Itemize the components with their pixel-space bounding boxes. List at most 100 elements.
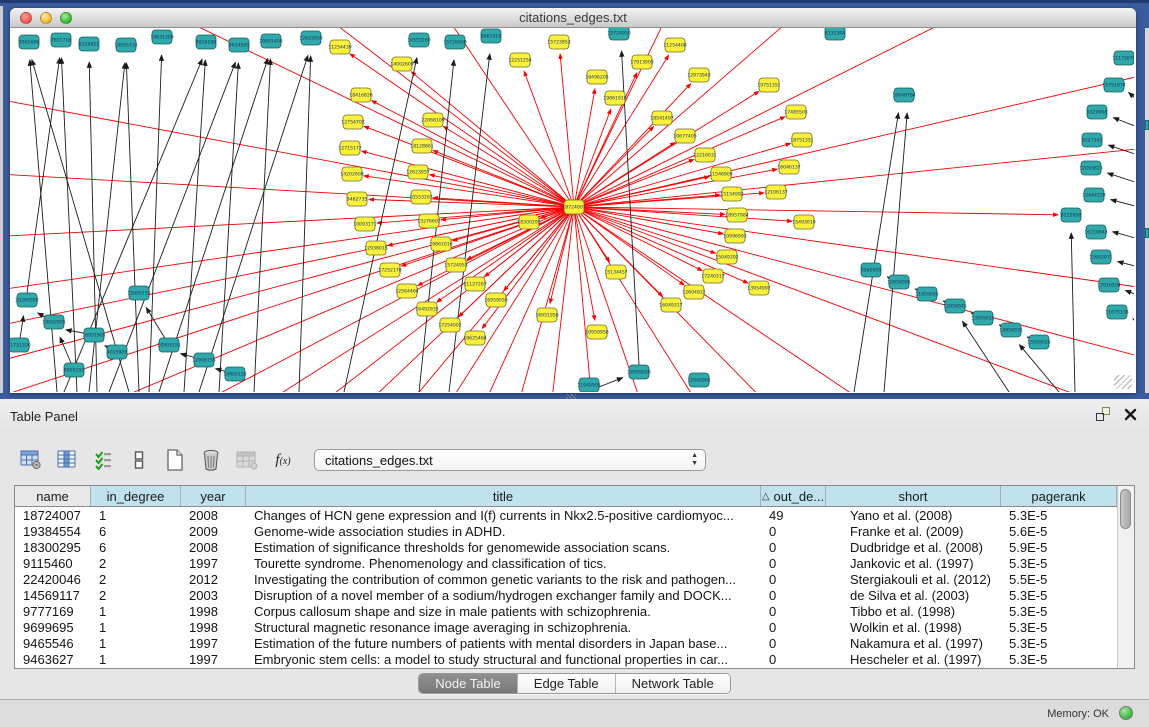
graph-node[interactable]: 8905155 — [64, 363, 85, 377]
table-cell[interactable]: 5.3E-5 — [1001, 636, 1117, 651]
table-settings-icon[interactable] — [16, 445, 46, 475]
table-cell[interactable]: 1 — [91, 620, 181, 635]
graph-node[interactable]: 15751974 — [1102, 78, 1125, 92]
graph-node[interactable]: 12945905 — [687, 373, 710, 387]
graph-node[interactable]: 18300295 — [517, 215, 540, 229]
column-header-name[interactable]: name — [15, 486, 91, 506]
graph-node[interactable]: 12251254 — [508, 53, 531, 67]
graph-node[interactable]: 10631309 — [150, 30, 173, 44]
graph-node[interactable]: 14055733 — [114, 38, 137, 52]
graph-node[interactable]: 15724950 — [607, 28, 630, 40]
graph-node[interactable]: 20891406 — [259, 34, 282, 48]
table-cell[interactable]: 1 — [91, 508, 181, 523]
table-cell[interactable]: 1998 — [181, 604, 246, 619]
table-row[interactable]: 1872400712008Changes of HCN gene express… — [15, 507, 1117, 523]
table-cell[interactable]: 2 — [91, 556, 181, 571]
network-graph[interactable]: 1872400718416820127547021271517214202609… — [10, 28, 1134, 392]
select-columns-icon[interactable] — [88, 445, 118, 475]
graph-node[interactable]: 10553267 — [409, 190, 432, 204]
graph-node[interactable]: 22068109 — [421, 113, 444, 127]
graph-node[interactable]: 12564464 — [395, 284, 418, 298]
table-cell[interactable]: Jankovic et al. (1997) — [826, 556, 1001, 571]
table-cell[interactable]: 5.3E-5 — [1001, 556, 1117, 571]
graph-node[interactable]: 8816198 — [196, 35, 217, 49]
graph-node[interactable]: 10959958 — [585, 325, 608, 339]
table-cell[interactable]: 2003 — [181, 588, 246, 603]
graph-node[interactable]: 18957984 — [725, 208, 748, 222]
table-cell[interactable]: 5.3E-5 — [1001, 620, 1117, 635]
graph-node[interactable]: 9015905 — [107, 345, 128, 359]
table-cell[interactable]: Estimation of significance thresholds fo… — [246, 540, 761, 555]
table-cell[interactable]: 14569117 — [15, 588, 91, 603]
close-icon[interactable] — [1124, 408, 1137, 421]
table-cell[interactable]: Yano et al. (2008) — [826, 508, 1001, 523]
graph-node[interactable]: 12623957 — [406, 165, 429, 179]
table-cell[interactable]: 0 — [761, 652, 826, 667]
tab-node-table[interactable]: Node Table — [419, 674, 518, 693]
table-cell[interactable]: 49 — [761, 508, 826, 523]
table-row[interactable]: 946554611997Estimation of the future num… — [15, 635, 1117, 651]
graph-node[interactable]: 12938015 — [364, 241, 387, 255]
graph-node[interactable]: 19052905 — [42, 315, 65, 329]
graph-node[interactable]: 15905155 — [127, 286, 150, 300]
graph-node[interactable]: 18416820 — [349, 88, 372, 102]
graph-node[interactable]: 11254439 — [328, 40, 351, 54]
graph-node[interactable]: 15154992 — [720, 187, 743, 201]
table-cell[interactable]: 18724007 — [15, 508, 91, 523]
graph-node[interactable]: 12216031 — [693, 148, 716, 162]
column-header-out_de[interactable]: △out_de... — [761, 486, 826, 506]
graph-node[interactable]: 16959059 — [484, 293, 507, 307]
graph-node[interactable]: 15276602 — [417, 214, 440, 228]
rows-icon[interactable] — [124, 445, 154, 475]
graph-node[interactable]: 16959050 — [627, 365, 650, 379]
table-cell[interactable]: 22420046 — [15, 572, 91, 587]
table-cell[interactable]: 19384554 — [15, 524, 91, 539]
table-cell[interactable]: 5.3E-5 — [1001, 508, 1117, 523]
graph-node[interactable]: 12106137 — [764, 185, 787, 199]
graph-node[interactable]: 12604922 — [682, 285, 705, 299]
table-cell[interactable]: Franke et al. (2009) — [826, 524, 1001, 539]
graph-node[interactable]: 9861016 — [481, 29, 502, 43]
table-cell[interactable]: 2008 — [181, 540, 246, 555]
graph-node[interactable]: 11675338 — [1105, 305, 1128, 319]
table-row[interactable]: 911546021997Tourette syndrome. Phenomeno… — [15, 555, 1117, 571]
table-cell[interactable]: Tourette syndrome. Phenomenology and cla… — [246, 556, 761, 571]
table-cell[interactable]: 1 — [91, 652, 181, 667]
graph-node[interactable]: 9634505 — [229, 38, 250, 52]
graph-node[interactable]: 10905155 — [157, 338, 180, 352]
graph-node[interactable]: 17016504 — [1097, 278, 1120, 292]
graph-node[interactable]: 15992071 — [1089, 250, 1112, 264]
graph-node[interactable]: 8128821 — [79, 37, 100, 51]
table-cell[interactable]: 9463627 — [15, 652, 91, 667]
table-cell[interactable]: Corpus callosum shape and size in male p… — [246, 604, 761, 619]
table-cell[interactable]: 0 — [761, 572, 826, 587]
table-cell[interactable]: 2008 — [181, 508, 246, 523]
graph-node[interactable]: 16210643 — [1084, 225, 1107, 239]
column-header-short[interactable]: short — [826, 486, 1001, 506]
table-cell[interactable]: 6 — [91, 524, 181, 539]
table-cell[interactable]: Genome-wide association studies in ADHD. — [246, 524, 761, 539]
graph-node[interactable]: 8215958 — [1061, 208, 1082, 222]
table-cell[interactable]: 5.5E-5 — [1001, 572, 1117, 587]
graph-node[interactable]: 9561686 — [19, 35, 40, 49]
table-cell[interactable]: 1998 — [181, 620, 246, 635]
delete-table-icon[interactable] — [196, 445, 226, 475]
graph-node[interactable]: 12905155 — [192, 353, 215, 367]
graph-node[interactable]: 18724007 — [562, 200, 585, 214]
column-header-pagerank[interactable]: pagerank — [1001, 486, 1117, 506]
graph-node[interactable]: 15723953 — [547, 35, 570, 49]
graph-node[interactable]: 10996993 — [723, 229, 746, 243]
new-table-icon[interactable] — [160, 445, 190, 475]
graph-node[interactable]: 15726608 — [443, 35, 466, 49]
graph-node[interactable]: 17254002 — [438, 318, 461, 332]
table-cell[interactable]: 0 — [761, 556, 826, 571]
table-cell[interactable]: 0 — [761, 524, 826, 539]
graph-node[interactable]: 16046137 — [777, 160, 800, 174]
table-cell[interactable]: Tibbo et al. (1998) — [826, 604, 1001, 619]
graph-node[interactable]: 19861016 — [429, 237, 452, 251]
table-row[interactable]: 1456911722003Disruption of a novel membe… — [15, 587, 1117, 603]
graph-node[interactable]: 12754702 — [341, 115, 364, 129]
close-button[interactable] — [20, 12, 32, 24]
graph-node[interactable]: 7691718 — [51, 33, 72, 47]
graph-node[interactable]: 9329968 — [1087, 105, 1108, 119]
